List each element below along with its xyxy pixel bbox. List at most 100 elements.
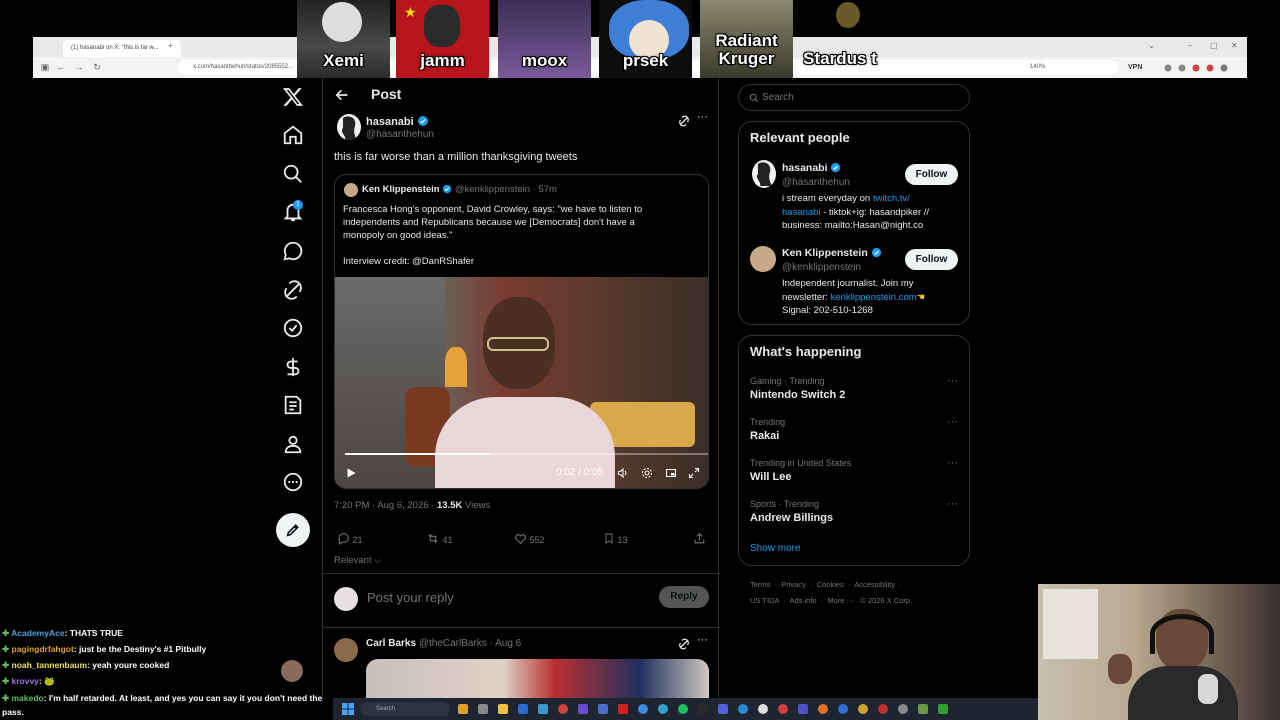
reply-author-name[interactable]: Carl Barks: [366, 638, 416, 649]
author-handle[interactable]: @hasanthehun: [366, 129, 434, 140]
search-placeholder: Search: [762, 92, 794, 103]
grok-icon[interactable]: [282, 279, 304, 301]
footer-link[interactable]: Privacy: [781, 580, 806, 589]
trend-item[interactable]: Trending Rakai: [750, 417, 785, 442]
trend-more-icon[interactable]: ···: [947, 498, 958, 510]
trend-more-icon[interactable]: ···: [947, 375, 958, 387]
bio-link[interactable]: hasanabi: [782, 207, 821, 218]
grok-explain-icon[interactable]: [678, 638, 690, 650]
video-progress-track[interactable]: [345, 453, 708, 455]
maximize-icon[interactable]: ▢: [1210, 41, 1218, 50]
vpn-badge[interactable]: VPN: [1128, 64, 1142, 71]
person-handle[interactable]: @hasanthehun: [782, 177, 850, 188]
footer-link[interactable]: US TIDA: [750, 596, 779, 605]
volume-icon[interactable]: [617, 467, 629, 479]
windows-start-icon[interactable]: [342, 703, 354, 715]
avatar[interactable]: [334, 638, 358, 662]
avatar[interactable]: [344, 183, 358, 197]
fullscreen-icon[interactable]: [688, 467, 700, 479]
trend-item[interactable]: Sports · Trending Andrew Billings: [750, 499, 833, 524]
video-player[interactable]: 0:02 / 0:05: [335, 277, 708, 488]
reply-author-handle[interactable]: @theCarlBarks: [419, 638, 487, 649]
person-name[interactable]: Ken Klippenstein: [782, 247, 882, 259]
reply-sort[interactable]: Relevant ⌵: [334, 555, 381, 566]
avatar[interactable]: [752, 160, 776, 188]
follow-button[interactable]: Follow: [905, 249, 958, 270]
reply-media[interactable]: [366, 659, 709, 698]
footer-link[interactable]: Accessibility: [854, 580, 895, 589]
reply-author[interactable]: Carl Barks @theCarlBarks · Aug 6: [366, 638, 521, 649]
bookmark-action[interactable]: 13: [603, 532, 628, 545]
trend-item[interactable]: Trending in United States Will Lee: [750, 458, 851, 483]
extension-icons[interactable]: [1163, 63, 1233, 73]
messages-icon[interactable]: [282, 240, 304, 262]
avatar[interactable]: [334, 587, 358, 611]
person-name[interactable]: hasanabi: [782, 162, 841, 174]
articles-icon[interactable]: [282, 394, 304, 416]
trend-more-icon[interactable]: ···: [947, 416, 958, 428]
avatar[interactable]: [750, 246, 776, 272]
tab-list-icon[interactable]: ⌄: [1148, 41, 1155, 50]
footer-link[interactable]: Terms: [750, 580, 770, 589]
back-icon[interactable]: ←: [55, 61, 67, 73]
x-logo-icon[interactable]: [282, 86, 304, 108]
footer-link[interactable]: More ···: [827, 596, 854, 605]
bio-link[interactable]: kenklippenstein.com: [831, 292, 917, 303]
minimize-icon[interactable]: –: [1188, 41, 1192, 50]
show-more-link[interactable]: Show more: [750, 543, 801, 554]
notifications-icon[interactable]: 1: [282, 200, 304, 223]
person-name-text[interactable]: hasanabi: [782, 162, 828, 174]
more-icon[interactable]: [282, 471, 304, 493]
trend-item[interactable]: Gaming · Trending Nintendo Switch 2: [750, 376, 845, 401]
quote-card[interactable]: Ken Klippenstein @kenklippenstein · 57m …: [334, 174, 709, 489]
quote-author-name[interactable]: Ken Klippenstein: [362, 184, 440, 195]
quote-time: · 57m: [532, 184, 557, 195]
taskbar-apps[interactable]: [458, 703, 948, 715]
avatar[interactable]: [337, 114, 361, 140]
grok-explain-icon[interactable]: [678, 115, 690, 127]
search-icon[interactable]: [282, 163, 304, 185]
monetization-icon[interactable]: [282, 356, 304, 378]
browser-tab[interactable]: (1) hasanabi on X: "this is far w...: [63, 40, 181, 57]
play-icon[interactable]: [345, 467, 357, 479]
footer-link[interactable]: Cookies: [817, 580, 844, 589]
person-name-text[interactable]: Ken Klippenstein: [782, 247, 868, 259]
reply-button[interactable]: Reply: [659, 586, 709, 608]
views-label: Views: [462, 500, 491, 511]
post-more-icon[interactable]: ···: [697, 634, 708, 646]
follow-button[interactable]: Follow: [905, 164, 958, 185]
forward-icon[interactable]: →: [73, 61, 85, 73]
new-tab-icon[interactable]: +: [168, 41, 173, 50]
author-name-text[interactable]: hasanabi: [366, 116, 414, 128]
share-icon[interactable]: [693, 532, 706, 545]
sidebar-toggle-icon[interactable]: ▣: [39, 61, 51, 73]
trend-category: Trending: [750, 417, 786, 427]
chat-message: pass.: [2, 707, 24, 717]
profile-icon[interactable]: [282, 433, 304, 455]
timestamp-text[interactable]: 7:20 PM · Aug 6, 2026 ·: [334, 500, 437, 511]
reply-action[interactable]: 21: [337, 532, 363, 545]
footer-link[interactable]: Ads info: [789, 596, 816, 605]
trend-more-icon[interactable]: ···: [947, 457, 958, 469]
search-input[interactable]: Search: [738, 84, 970, 111]
close-window-icon[interactable]: ✕: [1231, 41, 1238, 50]
author-name[interactable]: hasanabi: [366, 115, 429, 128]
tile-name: Xemi: [323, 51, 364, 70]
zoom-level[interactable]: 140%: [1030, 64, 1045, 70]
back-arrow-icon[interactable]: [334, 87, 350, 103]
settings-icon[interactable]: [641, 467, 653, 479]
verified-icon[interactable]: [282, 317, 304, 339]
post-button[interactable]: [276, 513, 310, 547]
taskbar-search[interactable]: Search: [360, 702, 450, 716]
bio-link[interactable]: twitch.tv/: [873, 193, 910, 204]
person-handle[interactable]: @kenklippenstein: [782, 262, 861, 273]
home-icon[interactable]: [282, 124, 304, 146]
pip-icon[interactable]: [665, 467, 677, 479]
like-action[interactable]: 552: [514, 532, 545, 545]
reply-input[interactable]: Post your reply: [367, 590, 454, 605]
post-more-icon[interactable]: ···: [697, 111, 708, 123]
quote-handle[interactable]: @kenklippenstein: [455, 184, 530, 195]
reload-icon[interactable]: ↻: [91, 61, 103, 73]
repost-action[interactable]: 41: [426, 532, 453, 545]
quote-author[interactable]: Ken Klippenstein @kenklippenstein · 57m: [362, 184, 557, 195]
